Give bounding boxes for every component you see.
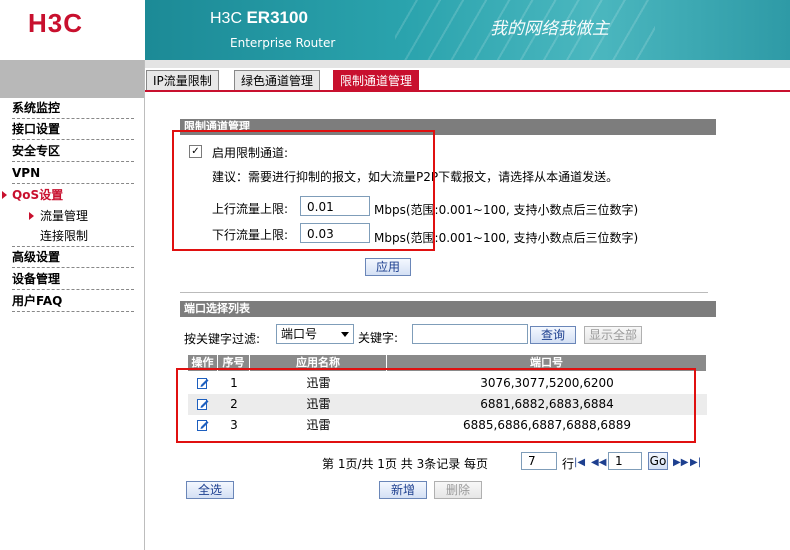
tab-ip-traffic-limit[interactable]: IP流量限制 — [146, 70, 219, 91]
tab-underline — [145, 90, 790, 92]
sidebar-item-faq[interactable]: 用户FAQ — [12, 291, 134, 312]
logo-area: H3C — [0, 0, 145, 60]
section-title-port: 端口选择列表 — [180, 301, 716, 317]
go-button[interactable]: Go — [648, 452, 668, 470]
tab-limit-channel[interactable]: 限制通道管理 — [333, 70, 420, 91]
per-page-input[interactable]: 7 — [521, 452, 557, 470]
prev-page-icon[interactable]: ◀◀ — [591, 457, 606, 468]
slogan: 我的网络我做主 — [490, 19, 609, 39]
add-button[interactable]: 新增 — [379, 481, 427, 499]
sidebar-item-qos[interactable]: QoS设置 — [12, 185, 134, 205]
pager-summary: 第 1页/共 1页 共 3条记录 每页 — [322, 457, 489, 471]
sidebar-subitem-connection[interactable]: 连接限制 — [40, 227, 88, 245]
filter-select-value: 端口号 — [281, 327, 318, 341]
sidebar-item-system-monitor[interactable]: 系统监控 — [12, 98, 134, 119]
last-page-icon[interactable]: ▶| — [690, 457, 701, 468]
sidebar-item-advanced[interactable]: 高级设置 — [12, 247, 134, 268]
expand-arrow-icon — [2, 191, 7, 199]
tab-green-channel[interactable]: 绿色通道管理 — [234, 70, 321, 91]
highlight-box-ports — [176, 368, 696, 443]
product-name: H3C ER3100 — [210, 8, 308, 28]
show-all-button[interactable]: 显示全部 — [584, 326, 642, 344]
select-all-button[interactable]: 全选 — [186, 481, 234, 499]
filter-label: 按关键字过滤: — [184, 332, 261, 346]
sidebar-header — [0, 60, 145, 98]
selected-arrow-icon — [29, 212, 34, 220]
per-page-suffix: 行 — [562, 457, 575, 471]
product-model: ER3100 — [246, 8, 308, 27]
chevron-down-icon — [341, 332, 349, 337]
keyword-input[interactable] — [412, 324, 528, 344]
keyword-label: 关键字: — [358, 331, 399, 345]
highlight-box-limit — [172, 130, 435, 251]
header-banner: H3C ER3100 Enterprise Router 我的网络我做主 — [145, 0, 790, 60]
product-brand: H3C — [210, 10, 243, 27]
h3c-logo: H3C — [28, 8, 84, 38]
section-separator — [180, 292, 708, 293]
search-button[interactable]: 查询 — [530, 326, 576, 344]
apply-button[interactable]: 应用 — [365, 258, 411, 276]
sidebar-item-interface[interactable]: 接口设置 — [12, 119, 134, 140]
sidebar-item-vpn[interactable]: VPN — [12, 163, 134, 184]
product-subtitle: Enterprise Router — [230, 36, 336, 50]
sidebar-divider — [144, 60, 145, 550]
delete-button[interactable]: 删除 — [434, 481, 482, 499]
first-page-icon[interactable]: |◀ — [574, 457, 585, 468]
sidebar-subitem-traffic[interactable]: 流量管理 — [40, 207, 88, 225]
page-input[interactable]: 1 — [608, 452, 642, 470]
header-bar — [145, 60, 790, 68]
next-page-icon[interactable]: ▶▶ — [673, 457, 688, 468]
sidebar-item-security[interactable]: 安全专区 — [12, 141, 134, 162]
sidebar-item-device[interactable]: 设备管理 — [12, 269, 134, 290]
filter-select[interactable]: 端口号 — [276, 324, 354, 344]
